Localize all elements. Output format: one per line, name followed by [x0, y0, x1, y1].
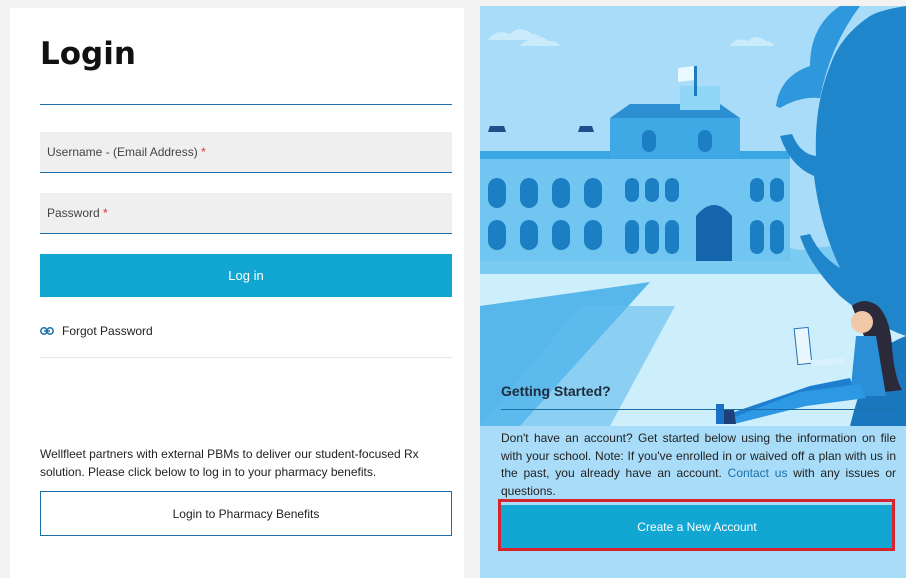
password-field[interactable]: Password * [40, 193, 452, 234]
getting-started-text: Don't have an account? Get started below… [501, 431, 897, 498]
pbm-info-text: Wellfleet partners with external PBMs to… [40, 447, 419, 479]
getting-started-panel: Getting Started? Don't have an account? … [480, 6, 906, 578]
page-title: Login [40, 36, 136, 72]
username-label: Username - (Email Address) * [47, 145, 206, 159]
login-panel: Login Username - (Email Address) * Passw… [10, 8, 464, 578]
forgot-password-link[interactable]: Forgot Password [40, 324, 153, 338]
pharmacy-benefits-button[interactable]: Login to Pharmacy Benefits [40, 491, 452, 536]
getting-started-title: Getting Started? [501, 383, 611, 399]
link-icon [40, 327, 54, 335]
getting-started-divider [501, 409, 896, 410]
title-divider [40, 104, 452, 105]
divider [40, 357, 452, 358]
highlight-box [498, 499, 895, 551]
required-marker: * [103, 206, 108, 220]
username-field[interactable]: Username - (Email Address) * [40, 132, 452, 173]
login-button[interactable]: Log in [40, 254, 452, 297]
forgot-password-label: Forgot Password [62, 324, 153, 338]
contact-us-link[interactable]: Contact us [728, 466, 788, 480]
campus-illustration [480, 6, 906, 426]
required-marker: * [201, 145, 206, 159]
password-label: Password * [47, 206, 108, 220]
